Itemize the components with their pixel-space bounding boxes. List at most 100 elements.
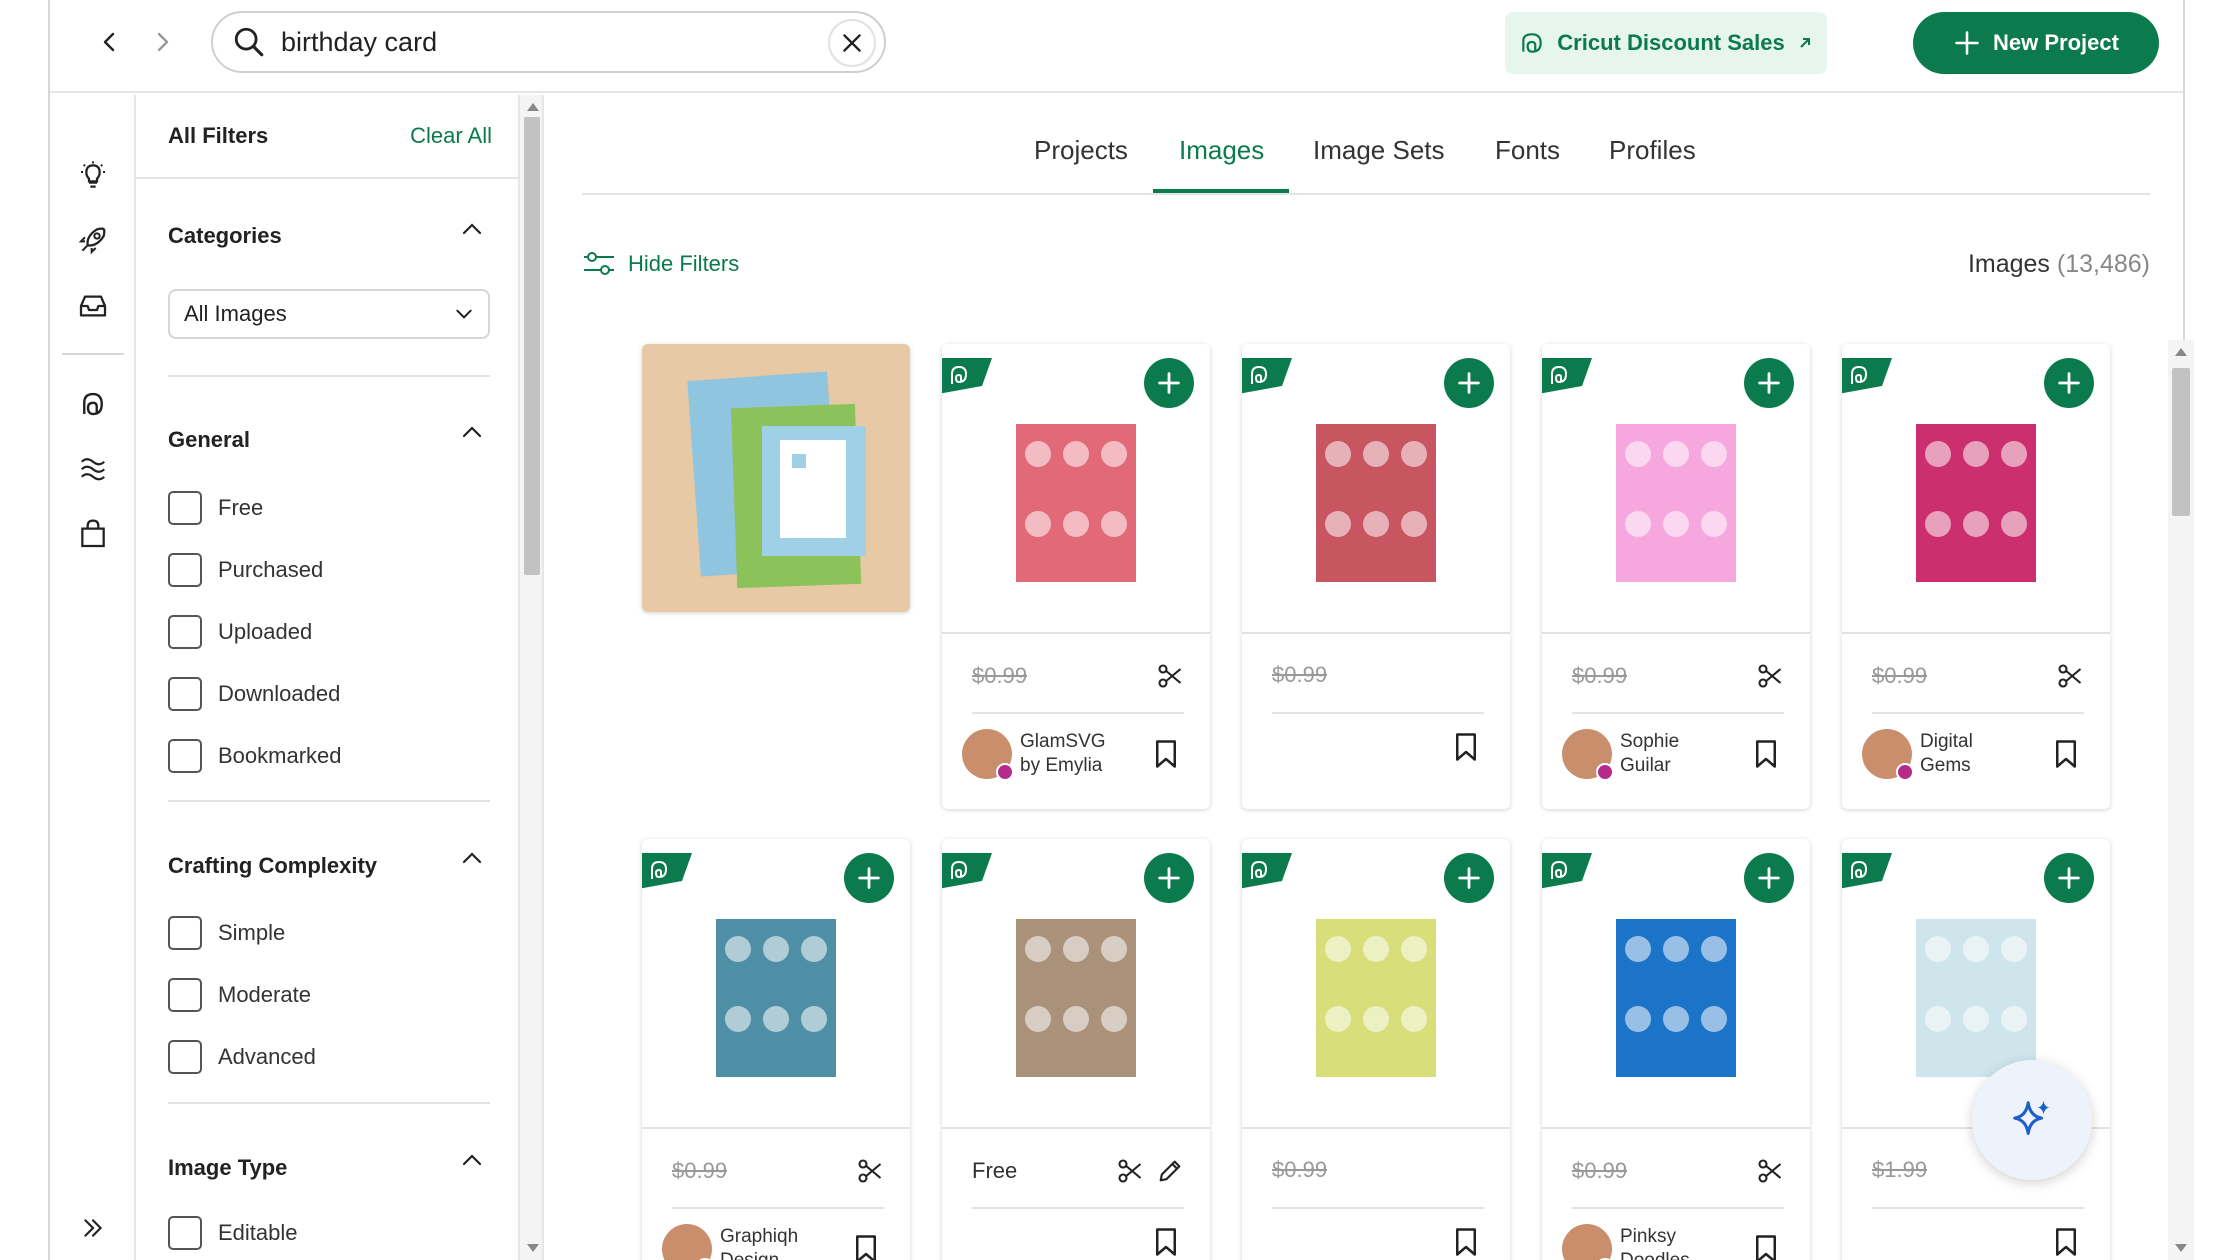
waves-icon[interactable] xyxy=(72,447,114,489)
filter-free[interactable]: Free xyxy=(168,491,263,525)
expand-icon[interactable] xyxy=(72,1207,114,1249)
scroll-down-arrow[interactable] xyxy=(2175,1244,2187,1252)
tab-projects[interactable]: Projects xyxy=(1034,135,1128,166)
image-card[interactable]: $1.99 xyxy=(1842,839,2110,1260)
checkbox[interactable] xyxy=(168,1040,202,1074)
author-info[interactable]: GlamSVG by Emylia xyxy=(962,729,1106,781)
filter-label: Bookmarked xyxy=(218,743,342,768)
checkbox[interactable] xyxy=(168,615,202,649)
image-card[interactable]: $0.99 Pinksy Doodles xyxy=(1542,839,1810,1260)
checkbox[interactable] xyxy=(168,1216,202,1250)
card-image-area[interactable] xyxy=(1542,839,1810,1129)
avatar[interactable] xyxy=(1862,729,1914,781)
promo-card[interactable] xyxy=(642,344,910,612)
filter-purchased[interactable]: Purchased xyxy=(168,553,323,587)
cricut-access-icon[interactable] xyxy=(72,383,114,425)
card-image-area[interactable] xyxy=(642,839,910,1129)
avatar[interactable] xyxy=(962,729,1014,781)
forward-button[interactable] xyxy=(142,22,182,62)
image-type-collapse-button[interactable] xyxy=(454,1142,490,1178)
tab-images[interactable]: Images xyxy=(1179,135,1264,166)
image-card[interactable]: $0.99 Digital Gems xyxy=(1842,344,2110,809)
tab-fonts[interactable]: Fonts xyxy=(1495,135,1560,166)
checkbox[interactable] xyxy=(168,916,202,950)
card-image-area[interactable] xyxy=(1242,839,1510,1129)
bookmark-button[interactable] xyxy=(1148,736,1184,772)
rocket-icon[interactable] xyxy=(72,219,114,261)
image-card[interactable]: Free xyxy=(942,839,1210,1260)
shopping-bag-icon[interactable] xyxy=(72,513,114,555)
filter-scrollbar[interactable] xyxy=(518,95,544,1260)
image-card[interactable]: $0.99 xyxy=(1242,839,1510,1260)
author-info[interactable]: Digital Gems xyxy=(1862,729,1973,781)
categories-collapse-button[interactable] xyxy=(454,211,490,247)
inbox-icon[interactable] xyxy=(72,285,114,327)
lightbulb-icon[interactable] xyxy=(72,155,114,197)
bookmark-button[interactable] xyxy=(1748,1231,1784,1260)
add-to-canvas-button[interactable] xyxy=(844,853,894,903)
filter-advanced[interactable]: Advanced xyxy=(168,1040,316,1074)
image-card[interactable]: $0.99 Sophie Guilar xyxy=(1542,344,1810,809)
filter-moderate[interactable]: Moderate xyxy=(168,978,311,1012)
author-info[interactable]: Pinksy Doodles xyxy=(1562,1224,1690,1260)
scroll-down-arrow[interactable] xyxy=(527,1244,539,1252)
scroll-up-arrow[interactable] xyxy=(2175,348,2187,356)
checkbox[interactable] xyxy=(168,491,202,525)
image-card[interactable]: $0.99 Graphiqh Design xyxy=(642,839,910,1260)
scroll-thumb[interactable] xyxy=(524,117,540,575)
hide-filters-button[interactable]: Hide Filters xyxy=(582,250,739,278)
bookmark-button[interactable] xyxy=(1448,729,1484,765)
back-button[interactable] xyxy=(90,22,130,62)
card-image-area[interactable] xyxy=(1242,344,1510,634)
filter-editable[interactable]: Editable xyxy=(168,1216,298,1250)
avatar[interactable] xyxy=(1562,1224,1614,1260)
add-to-canvas-button[interactable] xyxy=(1444,853,1494,903)
checkbox[interactable] xyxy=(168,553,202,587)
category-select[interactable]: All Images xyxy=(168,289,490,339)
tab-image-sets[interactable]: Image Sets xyxy=(1313,135,1445,166)
grid-scrollbar[interactable] xyxy=(2168,340,2194,1260)
ai-assistant-button[interactable] xyxy=(1972,1060,2092,1180)
add-to-canvas-button[interactable] xyxy=(1144,853,1194,903)
bookmark-button[interactable] xyxy=(1448,1224,1484,1260)
checkbox[interactable] xyxy=(168,677,202,711)
tab-profiles[interactable]: Profiles xyxy=(1609,135,1696,166)
add-to-canvas-button[interactable] xyxy=(1744,358,1794,408)
author-info[interactable]: Sophie Guilar xyxy=(1562,729,1679,781)
add-to-canvas-button[interactable] xyxy=(2044,358,2094,408)
add-to-canvas-button[interactable] xyxy=(1744,853,1794,903)
bookmark-button[interactable] xyxy=(1748,736,1784,772)
bookmark-button[interactable] xyxy=(848,1231,884,1260)
filter-simple[interactable]: Simple xyxy=(168,916,285,950)
add-to-canvas-button[interactable] xyxy=(2044,853,2094,903)
close-icon xyxy=(843,34,861,52)
add-to-canvas-button[interactable] xyxy=(1444,358,1494,408)
checkbox[interactable] xyxy=(168,739,202,773)
author-info[interactable]: Graphiqh Design xyxy=(662,1224,798,1260)
general-collapse-button[interactable] xyxy=(454,414,490,450)
bookmark-button[interactable] xyxy=(2048,736,2084,772)
filter-uploaded[interactable]: Uploaded xyxy=(168,615,312,649)
discount-sales-button[interactable]: Cricut Discount Sales xyxy=(1505,12,1827,74)
avatar[interactable] xyxy=(662,1224,714,1260)
image-card[interactable]: $0.99 GlamSVG by Emylia xyxy=(942,344,1210,809)
new-project-button[interactable]: New Project xyxy=(1913,12,2159,74)
avatar[interactable] xyxy=(1562,729,1614,781)
filter-bookmarked[interactable]: Bookmarked xyxy=(168,739,342,773)
scroll-up-arrow[interactable] xyxy=(527,103,539,111)
filter-downloaded[interactable]: Downloaded xyxy=(168,677,340,711)
clear-search-button[interactable] xyxy=(828,19,876,67)
bookmark-button[interactable] xyxy=(1148,1224,1184,1260)
clear-all-button[interactable]: Clear All xyxy=(410,123,492,149)
image-card[interactable]: $0.99 xyxy=(1242,344,1510,809)
add-to-canvas-button[interactable] xyxy=(1144,358,1194,408)
card-image-area[interactable] xyxy=(942,839,1210,1129)
bookmark-button[interactable] xyxy=(2048,1224,2084,1260)
card-image-area[interactable] xyxy=(1542,344,1810,634)
card-image-area[interactable] xyxy=(942,344,1210,634)
checkbox[interactable] xyxy=(168,978,202,1012)
card-image-area[interactable] xyxy=(1842,344,2110,634)
complexity-collapse-button[interactable] xyxy=(454,840,490,876)
scroll-thumb[interactable] xyxy=(2172,368,2190,516)
search-input[interactable] xyxy=(281,26,801,58)
